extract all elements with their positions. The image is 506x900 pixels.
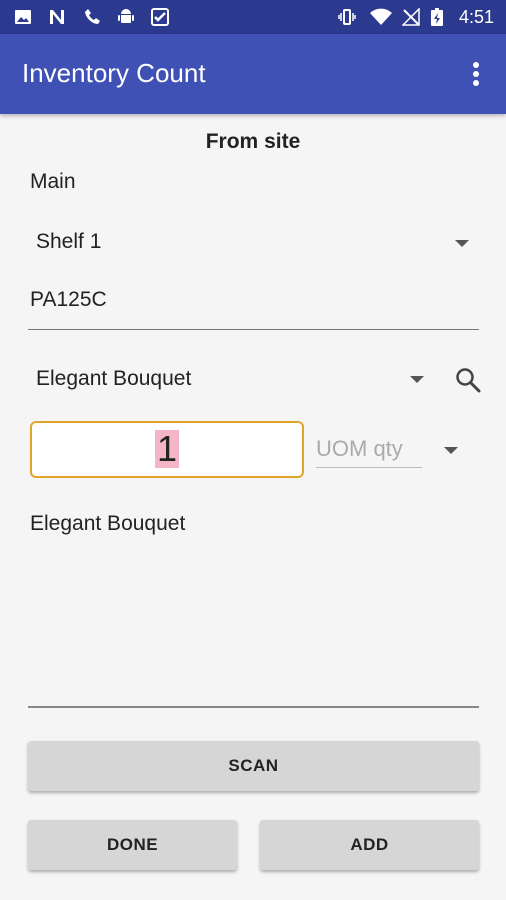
- n-icon: [50, 10, 64, 24]
- uom-placeholder: UOM qty: [316, 436, 403, 461]
- scan-button[interactable]: SCAN: [28, 741, 479, 791]
- check-icon: [151, 8, 169, 26]
- app-title: Inventory Count: [22, 58, 206, 88]
- divider: [28, 706, 479, 708]
- chevron-down-icon: [455, 240, 469, 247]
- item-name-value: Elegant Bouquet: [36, 367, 192, 390]
- phone-icon: [85, 9, 100, 24]
- section-title: From site: [205, 130, 301, 153]
- chevron-down-icon: [444, 447, 458, 454]
- item-code-field[interactable]: PA125C: [28, 288, 479, 330]
- image-icon: [15, 10, 31, 24]
- android-icon: [118, 9, 134, 23]
- item-description: Elegant Bouquet: [30, 512, 186, 535]
- app-bar: Inventory Count: [0, 34, 506, 114]
- uom-field[interactable]: UOM qty: [316, 436, 422, 468]
- search-icon[interactable]: [455, 367, 481, 393]
- chevron-down-icon: [410, 376, 424, 383]
- done-button[interactable]: DONE: [28, 820, 237, 870]
- no-signal-icon: [402, 8, 420, 26]
- wifi-icon: [370, 8, 392, 25]
- battery-charging-icon: [431, 8, 443, 26]
- location-value: Shelf 1: [36, 230, 102, 253]
- clock: 4:51: [458, 7, 494, 27]
- quantity-input[interactable]: 1: [30, 421, 304, 478]
- add-button[interactable]: ADD: [260, 820, 479, 870]
- status-bar: 4:51: [0, 0, 506, 34]
- vibrate-icon: [338, 9, 356, 25]
- quantity-value: 1: [154, 428, 180, 469]
- item-code-value: PA125C: [30, 288, 107, 311]
- more-vert-icon[interactable]: [466, 60, 486, 90]
- site-name[interactable]: Main: [30, 170, 76, 194]
